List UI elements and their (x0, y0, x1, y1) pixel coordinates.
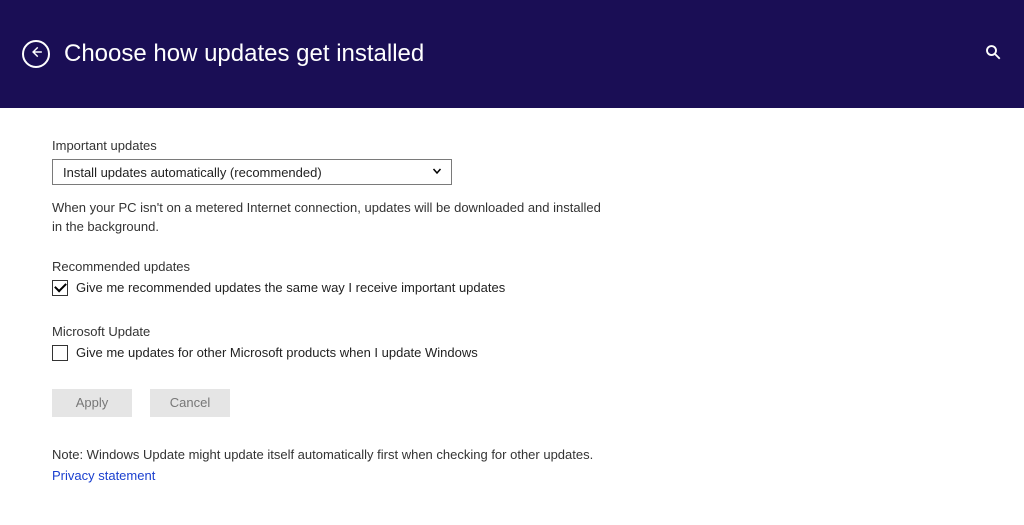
dropdown-value: Install updates automatically (recommend… (63, 165, 322, 180)
privacy-link[interactable]: Privacy statement (52, 468, 1024, 483)
microsoft-checkbox-label: Give me updates for other Microsoft prod… (76, 345, 478, 360)
page-header: Choose how updates get installed (0, 0, 1024, 108)
chevron-down-icon (431, 165, 443, 180)
recommended-updates-label: Recommended updates (52, 259, 1024, 274)
back-button[interactable] (22, 40, 50, 68)
cancel-button[interactable]: Cancel (150, 389, 230, 417)
microsoft-update-group: Microsoft Update Give me updates for oth… (52, 324, 1024, 361)
microsoft-checkbox[interactable] (52, 345, 68, 361)
content-area: Important updates Install updates automa… (0, 108, 1024, 483)
recommended-checkbox-row: Give me recommended updates the same way… (52, 280, 1024, 296)
search-icon (984, 48, 1002, 65)
important-updates-label: Important updates (52, 138, 1024, 153)
important-updates-dropdown[interactable]: Install updates automatically (recommend… (52, 159, 452, 185)
header-left: Choose how updates get installed (22, 40, 424, 68)
apply-button[interactable]: Apply (52, 389, 132, 417)
microsoft-update-label: Microsoft Update (52, 324, 1024, 339)
recommended-checkbox[interactable] (52, 280, 68, 296)
button-row: Apply Cancel (52, 389, 1024, 417)
recommended-updates-group: Recommended updates Give me recommended … (52, 259, 1024, 296)
recommended-checkbox-label: Give me recommended updates the same way… (76, 280, 505, 295)
back-arrow-icon (29, 45, 43, 64)
microsoft-checkbox-row: Give me updates for other Microsoft prod… (52, 345, 1024, 361)
search-button[interactable] (984, 43, 1002, 66)
footer-note: Note: Windows Update might update itself… (52, 447, 1024, 462)
important-updates-description: When your PC isn't on a metered Internet… (52, 199, 612, 237)
page-title: Choose how updates get installed (64, 40, 424, 68)
